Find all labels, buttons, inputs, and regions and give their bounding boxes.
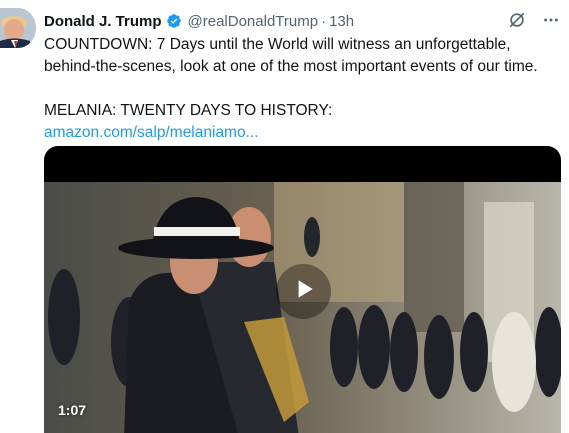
- tweet-header: Donald J. Trump @realDonaldTrump · 13h: [44, 11, 561, 31]
- tweet-text-line: MELANIA: TWENTY DAYS TO HISTORY:: [44, 102, 333, 119]
- tweet-link[interactable]: amazon.com/salp/melaniamo...: [44, 124, 259, 141]
- play-icon: [291, 276, 317, 307]
- tweet-card: Donald J. Trump @realDonaldTrump · 13h C…: [0, 0, 569, 433]
- video-player[interactable]: 1:07: [44, 146, 561, 433]
- author-handle[interactable]: @realDonaldTrump: [188, 13, 319, 30]
- tweet-time[interactable]: 13h: [329, 13, 354, 30]
- video-duration: 1:07: [58, 402, 87, 418]
- grok-icon[interactable]: [507, 10, 527, 30]
- avatar-image: [0, 8, 36, 48]
- author-avatar[interactable]: [0, 8, 36, 48]
- separator-dot: ·: [321, 12, 327, 30]
- play-button[interactable]: [276, 264, 331, 319]
- verified-badge-icon: [166, 13, 182, 29]
- tweet-text: COUNTDOWN: 7 Days until the World will w…: [44, 34, 559, 144]
- tweet-text-line: COUNTDOWN: 7 Days until the World will w…: [44, 36, 511, 53]
- tweet-text-line: behind-the-scenes, look at one of the mo…: [44, 58, 538, 75]
- author-name[interactable]: Donald J. Trump: [44, 13, 162, 30]
- tweet-actions: [507, 10, 561, 30]
- more-options-icon[interactable]: [541, 10, 561, 30]
